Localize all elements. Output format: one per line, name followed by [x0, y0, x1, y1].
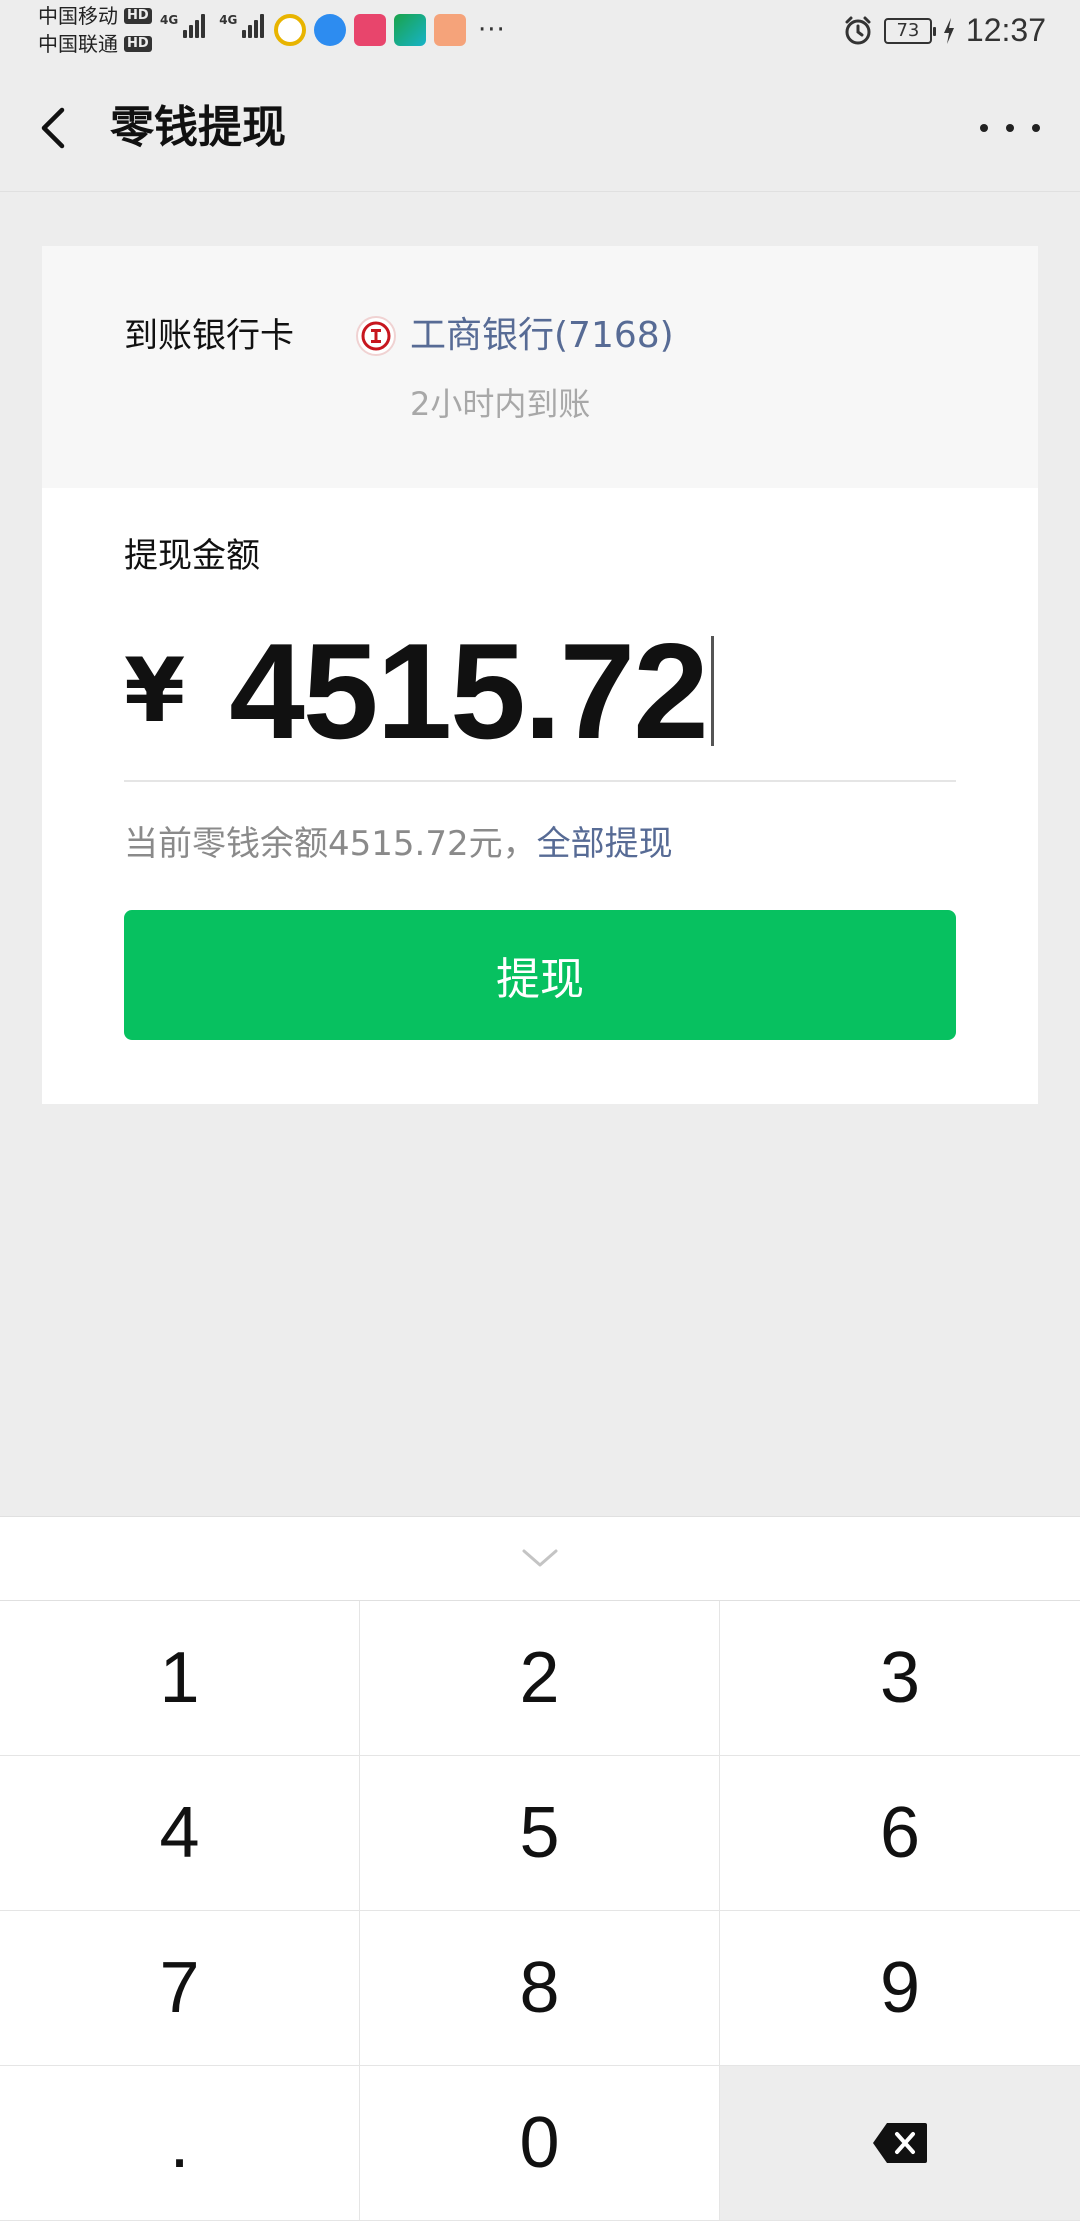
app-notification-icon	[314, 14, 346, 46]
key-6[interactable]: 6	[720, 1756, 1080, 1911]
backspace-icon	[873, 2123, 927, 2163]
hd-badge: HD	[124, 8, 152, 24]
text-cursor	[710, 636, 714, 746]
carrier-2: 中国联通	[38, 32, 118, 56]
notification-icons: ···	[274, 14, 506, 46]
nav-bar: 零钱提现	[0, 64, 1080, 192]
withdraw-card: 到账银行卡 工商银行(7168) 2小时内到账 提现金额 ¥ 4515.72 当…	[42, 246, 1038, 1104]
signal-icon: 4G	[160, 14, 206, 38]
withdraw-all-link[interactable]: 全部提现	[537, 824, 673, 864]
app-notification-icon	[274, 14, 306, 46]
app-notification-icon	[354, 14, 386, 46]
status-bar: 中国移动 HD 中国联通 HD 4G 4G ··· 73 12:37	[0, 0, 1080, 64]
balance-info: 当前零钱余额4515.72元，全部提现	[124, 820, 673, 868]
more-dots-icon	[1006, 124, 1014, 132]
key-9[interactable]: 9	[720, 1911, 1080, 2066]
back-arrow-icon	[41, 107, 65, 149]
balance-text: 当前零钱余额4515.72元，	[124, 824, 537, 864]
signal-indicators: 4G 4G	[160, 14, 265, 38]
carrier-1: 中国移动	[38, 4, 118, 28]
signal-icon: 4G	[219, 14, 265, 38]
key-backspace[interactable]	[720, 2066, 1080, 2221]
key-1[interactable]: 1	[0, 1601, 360, 1756]
key-5[interactable]: 5	[360, 1756, 720, 1911]
hd-badge: HD	[124, 36, 152, 52]
key-0[interactable]: 0	[360, 2066, 720, 2221]
currency-symbol: ¥	[124, 639, 186, 742]
app-notification-icon	[394, 14, 426, 46]
back-button[interactable]	[30, 98, 90, 158]
keypad-grid: 1 2 3 4 5 6 7 8 9 . 0	[0, 1601, 1080, 2221]
chevron-down-icon	[522, 1549, 558, 1566]
key-2[interactable]: 2	[360, 1601, 720, 1756]
amount-label: 提现金额	[124, 536, 260, 576]
alarm-icon	[845, 16, 871, 44]
more-options-button[interactable]	[980, 108, 1040, 148]
key-3[interactable]: 3	[720, 1601, 1080, 1756]
bank-name[interactable]: 工商银行(7168)	[410, 312, 674, 360]
bank-selector[interactable]: 工商银行(7168)	[356, 312, 674, 360]
charging-icon	[943, 17, 954, 44]
status-right: 73 12:37	[842, 12, 1046, 49]
status-time: 12:37	[965, 12, 1046, 48]
bank-card-label: 到账银行卡	[124, 316, 294, 356]
key-decimal[interactable]: .	[0, 2066, 360, 2221]
collapse-keyboard-button[interactable]	[0, 1517, 1080, 1601]
battery-icon: 73	[883, 17, 936, 44]
withdraw-button[interactable]: 提现	[124, 910, 956, 1040]
key-8[interactable]: 8	[360, 1911, 720, 2066]
carrier-info: 中国移动 HD 中国联通 HD	[38, 2, 152, 58]
page-title: 零钱提现	[110, 102, 286, 153]
key-7[interactable]: 7	[0, 1911, 360, 2066]
key-4[interactable]: 4	[0, 1756, 360, 1911]
more-notifications-icon: ···	[478, 15, 506, 45]
app-notification-icon	[434, 14, 466, 46]
amount-input[interactable]: ¥ 4515.72	[124, 616, 714, 766]
bank-card-section[interactable]: 到账银行卡 工商银行(7168) 2小时内到账	[42, 246, 1038, 488]
arrival-time-note: 2小时内到账	[410, 385, 591, 423]
more-dots-icon	[1032, 124, 1040, 132]
amount-value: 4515.72	[229, 615, 709, 767]
more-dots-icon	[980, 124, 988, 132]
numeric-keyboard: 1 2 3 4 5 6 7 8 9 . 0	[0, 1516, 1080, 2221]
amount-divider	[124, 780, 956, 782]
icbc-logo-icon	[356, 316, 396, 356]
